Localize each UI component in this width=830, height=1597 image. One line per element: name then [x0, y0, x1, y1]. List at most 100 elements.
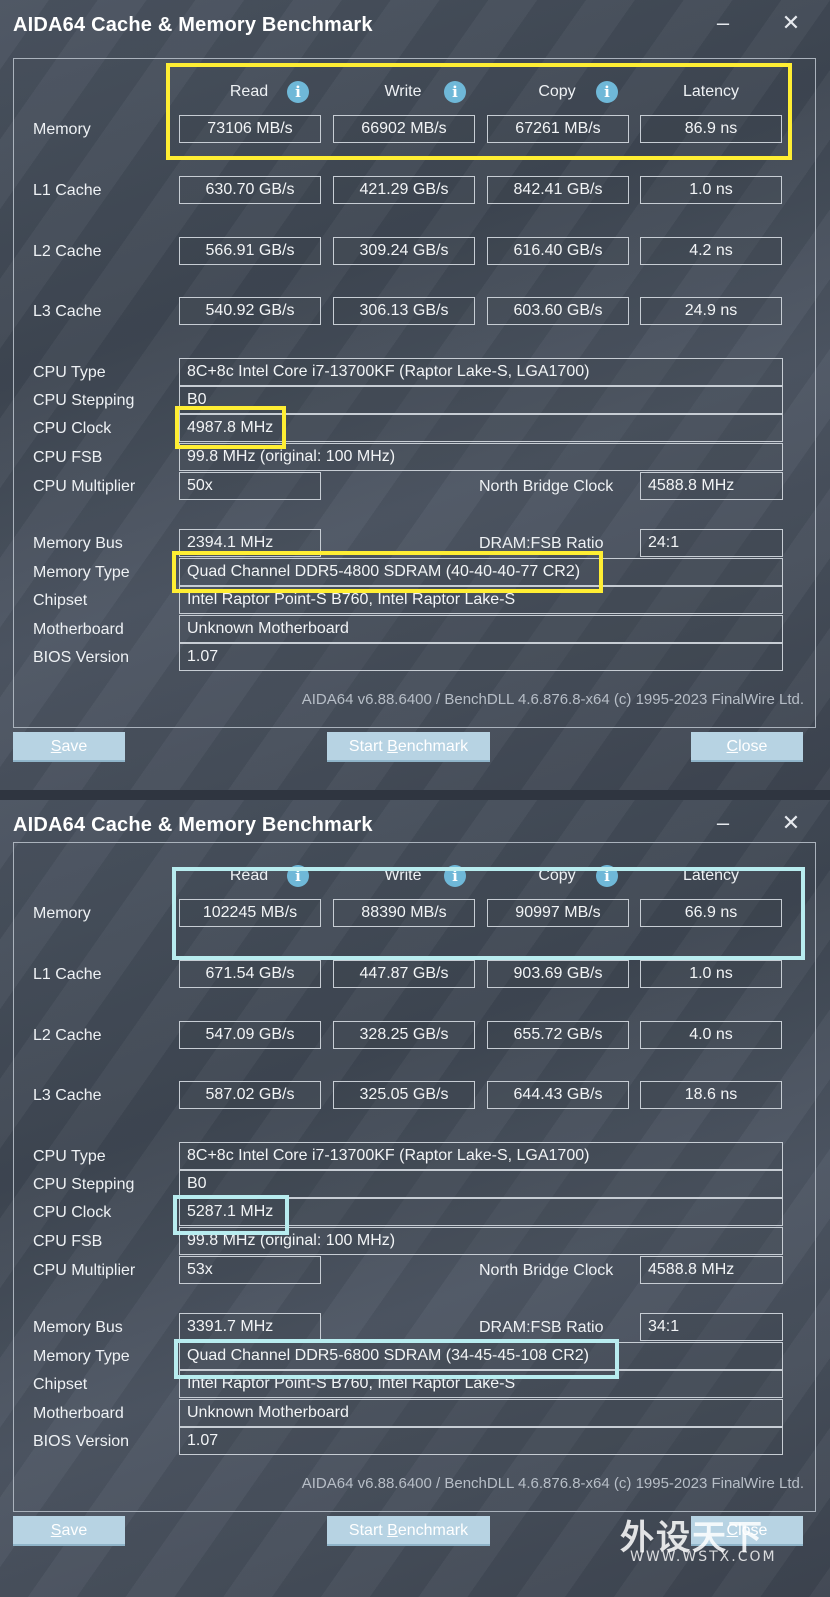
- chipset-value: Intel Raptor Point-S B760, Intel Raptor …: [179, 1370, 783, 1398]
- row-label-l3: L3 Cache: [33, 1087, 102, 1104]
- watermark-url: WWW.WSTX.COM: [630, 1549, 777, 1565]
- memory-read-value: 73106 MB/s: [179, 115, 321, 143]
- results-panel: Read i Write i Copy i Latency Memory 102…: [13, 842, 816, 1512]
- l1-read-value: 671.54 GB/s: [179, 960, 321, 988]
- cpu-stepping-label: CPU Stepping: [33, 392, 135, 409]
- l3-copy-value: 603.60 GB/s: [487, 297, 629, 325]
- memory-copy-value: 67261 MB/s: [487, 115, 629, 143]
- minimize-button[interactable]: –: [708, 8, 738, 38]
- chipset-label: Chipset: [33, 592, 88, 609]
- close-button[interactable]: Close: [691, 732, 803, 762]
- cpu-stepping-label: CPU Stepping: [33, 1176, 135, 1193]
- start-benchmark-button[interactable]: Start Benchmark: [327, 732, 490, 762]
- save-button[interactable]: Save: [13, 732, 125, 762]
- close-window-button[interactable]: ✕: [776, 8, 806, 38]
- version-footer: AIDA64 v6.88.6400 / BenchDLL 4.6.876.8-x…: [301, 1475, 804, 1492]
- memory-copy-value: 90997 MB/s: [487, 899, 629, 927]
- l1-write-value: 421.29 GB/s: [333, 176, 475, 204]
- memory-type-value: Quad Channel DDR5-4800 SDRAM (40-40-40-7…: [179, 558, 783, 586]
- cpu-type-label: CPU Type: [33, 364, 106, 381]
- memory-type-label: Memory Type: [33, 564, 130, 581]
- dram-fsb-ratio-value: 34:1: [640, 1313, 783, 1341]
- close-window-button[interactable]: ✕: [776, 808, 806, 838]
- cpu-multiplier-value: 53x: [179, 1256, 321, 1284]
- start-benchmark-button[interactable]: Start Benchmark: [327, 1516, 490, 1546]
- memory-write-value: 66902 MB/s: [333, 115, 475, 143]
- dram-fsb-ratio-value: 24:1: [640, 529, 783, 557]
- cpu-stepping-value: B0: [179, 386, 783, 414]
- l2-read-value: 547.09 GB/s: [179, 1021, 321, 1049]
- minimize-button[interactable]: –: [708, 808, 738, 838]
- read-info-icon[interactable]: i: [287, 865, 309, 887]
- memory-bus-value: 2394.1 MHz: [179, 529, 321, 557]
- row-label-l2: L2 Cache: [33, 243, 102, 260]
- write-info-icon[interactable]: i: [444, 81, 466, 103]
- cpu-clock-value: 4987.8 MHz: [179, 414, 783, 442]
- row-label-l2: L2 Cache: [33, 1027, 102, 1044]
- l3-write-value: 306.13 GB/s: [333, 297, 475, 325]
- chipset-value: Intel Raptor Point-S B760, Intel Raptor …: [179, 586, 783, 614]
- bios-version-label: BIOS Version: [33, 649, 130, 666]
- motherboard-label: Motherboard: [33, 1405, 124, 1422]
- north-bridge-clock-value: 4588.8 MHz: [640, 1256, 783, 1284]
- row-label-memory: Memory: [33, 121, 91, 138]
- cpu-type-value: 8C+8c Intel Core i7-13700KF (Raptor Lake…: [179, 1142, 783, 1170]
- memory-latency-value: 66.9 ns: [640, 899, 782, 927]
- read-info-icon[interactable]: i: [287, 81, 309, 103]
- l2-latency-value: 4.0 ns: [640, 1021, 782, 1049]
- l3-read-value: 587.02 GB/s: [179, 1081, 321, 1109]
- cpu-stepping-value: B0: [179, 1170, 783, 1198]
- cpu-clock-label: CPU Clock: [33, 420, 112, 437]
- north-bridge-clock-label: North Bridge Clock: [479, 1262, 614, 1279]
- memory-type-value: Quad Channel DDR5-6800 SDRAM (34-45-45-1…: [179, 1342, 783, 1370]
- row-label-l1: L1 Cache: [33, 966, 102, 983]
- header-latency: Latency: [682, 83, 740, 100]
- l3-read-value: 540.92 GB/s: [179, 297, 321, 325]
- row-label-memory: Memory: [33, 905, 91, 922]
- l1-read-value: 630.70 GB/s: [179, 176, 321, 204]
- copy-info-icon[interactable]: i: [596, 865, 618, 887]
- memory-type-label: Memory Type: [33, 1348, 130, 1365]
- memory-bus-value: 3391.7 MHz: [179, 1313, 321, 1341]
- l2-write-value: 328.25 GB/s: [333, 1021, 475, 1049]
- cpu-type-label: CPU Type: [33, 1148, 106, 1165]
- l2-write-value: 309.24 GB/s: [333, 237, 475, 265]
- dram-fsb-ratio-label: DRAM:FSB Ratio: [479, 1319, 604, 1336]
- bios-version-value: 1.07: [179, 1427, 783, 1455]
- l3-write-value: 325.05 GB/s: [333, 1081, 475, 1109]
- cpu-fsb-label: CPU FSB: [33, 449, 103, 466]
- memory-bus-label: Memory Bus: [33, 1319, 123, 1336]
- l1-write-value: 447.87 GB/s: [333, 960, 475, 988]
- motherboard-value: Unknown Motherboard: [179, 615, 783, 643]
- window-title: AIDA64 Cache & Memory Benchmark: [13, 814, 373, 836]
- results-panel: Read i Write i Copy i Latency Memory 731…: [13, 58, 816, 728]
- l2-read-value: 566.91 GB/s: [179, 237, 321, 265]
- cpu-clock-value: 5287.1 MHz: [179, 1198, 783, 1226]
- l2-copy-value: 655.72 GB/s: [487, 1021, 629, 1049]
- l1-latency-value: 1.0 ns: [640, 176, 782, 204]
- cpu-fsb-value: 99.8 MHz (original: 100 MHz): [179, 1227, 783, 1255]
- cpu-fsb-value: 99.8 MHz (original: 100 MHz): [179, 443, 783, 471]
- cpu-multiplier-value: 50x: [179, 472, 321, 500]
- header-latency: Latency: [682, 867, 740, 884]
- l1-latency-value: 1.0 ns: [640, 960, 782, 988]
- motherboard-label: Motherboard: [33, 621, 124, 638]
- window-title: AIDA64 Cache & Memory Benchmark: [13, 14, 373, 36]
- l3-latency-value: 18.6 ns: [640, 1081, 782, 1109]
- north-bridge-clock-value: 4588.8 MHz: [640, 472, 783, 500]
- write-info-icon[interactable]: i: [444, 865, 466, 887]
- benchmark-window-after: AIDA64 Cache & Memory Benchmark – ✕ Read…: [0, 800, 830, 1597]
- row-label-l3: L3 Cache: [33, 303, 102, 320]
- bios-version-label: BIOS Version: [33, 1433, 130, 1450]
- memory-latency-value: 86.9 ns: [640, 115, 782, 143]
- memory-write-value: 88390 MB/s: [333, 899, 475, 927]
- cpu-type-value: 8C+8c Intel Core i7-13700KF (Raptor Lake…: [179, 358, 783, 386]
- benchmark-window-before: AIDA64 Cache & Memory Benchmark – ✕ Read…: [0, 0, 830, 790]
- memory-read-value: 102245 MB/s: [179, 899, 321, 927]
- bios-version-value: 1.07: [179, 643, 783, 671]
- copy-info-icon[interactable]: i: [596, 81, 618, 103]
- save-button[interactable]: Save: [13, 1516, 125, 1546]
- l1-copy-value: 903.69 GB/s: [487, 960, 629, 988]
- dram-fsb-ratio-label: DRAM:FSB Ratio: [479, 535, 604, 552]
- row-label-l1: L1 Cache: [33, 182, 102, 199]
